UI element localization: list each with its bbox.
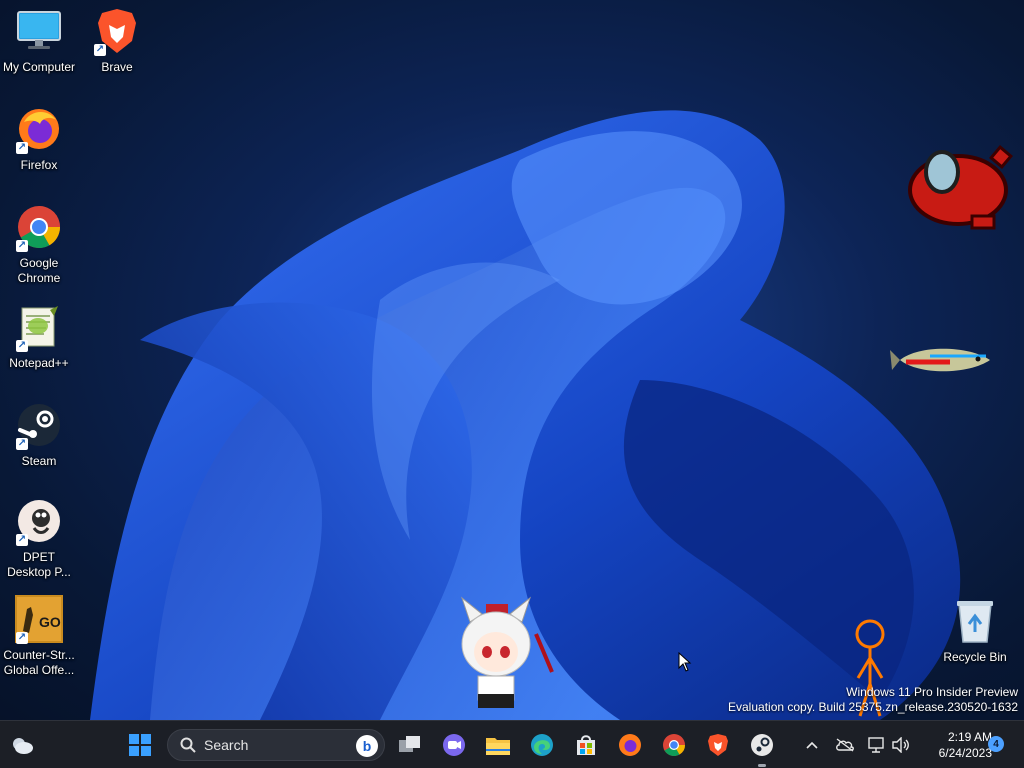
clock-date: 6/24/2023 <box>938 746 992 760</box>
csgo-icon: GO ↗ <box>14 594 64 644</box>
shortcut-arrow-icon: ↗ <box>16 438 28 450</box>
desktop-icon-recycle-bin[interactable]: Recycle Bin <box>936 596 1014 665</box>
system-clock[interactable]: 2:19 AM 6/24/2023 <box>920 729 992 761</box>
desktop-icon-csgo[interactable]: GO ↗ Counter-Str... Global Offe... <box>0 594 78 678</box>
taskbar: Search b 2:19 AM 6/24/2023 4 <box>0 720 1024 768</box>
firefox-icon: ↗ <box>14 104 64 154</box>
network-icon[interactable] <box>865 733 889 757</box>
show-hidden-icons-chevron-icon[interactable] <box>800 733 824 757</box>
start-button[interactable] <box>122 727 158 763</box>
search-placeholder: Search <box>204 737 249 753</box>
neon-tetra-fish-pet[interactable] <box>890 340 996 382</box>
anime-girl-pet[interactable] <box>452 594 556 720</box>
shortcut-arrow-icon: ↗ <box>94 44 106 56</box>
desktop-icon-label: My Computer <box>2 60 76 74</box>
chrome-icon <box>663 734 685 756</box>
steam-taskbar-button[interactable] <box>744 727 780 767</box>
mouse-cursor-icon <box>678 651 692 677</box>
brave-taskbar-button[interactable] <box>700 727 736 763</box>
file-explorer-icon <box>486 738 510 755</box>
desktop-icon-label: Brave <box>101 60 133 74</box>
desktop-icon-dpet[interactable]: ↗ DPET Desktop P... <box>0 496 78 580</box>
widgets-button[interactable] <box>4 727 40 763</box>
start-icon <box>129 734 151 756</box>
shortcut-arrow-icon: ↗ <box>16 632 28 644</box>
chrome-icon: ↗ <box>14 202 64 252</box>
desktop-icon-label: Google Chrome <box>17 256 61 285</box>
desktop-icon-label: Counter-Str... Global Offe... <box>3 648 75 677</box>
firefox-taskbar-button[interactable] <box>612 727 648 763</box>
watermark-line-2: Evaluation copy. Build 25375.zn_release.… <box>728 700 1018 714</box>
search-icon <box>180 737 196 753</box>
taskbar-search-box[interactable]: Search b <box>167 729 385 761</box>
desktop-icon-my-computer[interactable]: My Computer <box>0 6 78 75</box>
watermark-line-1: Windows 11 Pro Insider Preview <box>846 685 1018 699</box>
monitor-icon <box>14 6 64 56</box>
desktop-icon-label: Steam <box>21 454 57 468</box>
clock-time: 2:19 AM <box>947 730 992 744</box>
running-indicator <box>758 764 766 767</box>
notepadpp-icon: ↗ <box>14 302 64 352</box>
shortcut-arrow-icon: ↗ <box>16 240 28 252</box>
shortcut-arrow-icon: ↗ <box>16 534 28 546</box>
dpet-icon: ↗ <box>14 496 64 546</box>
steam-icon <box>751 734 773 756</box>
onedrive-offline-icon[interactable] <box>833 733 857 757</box>
task-view-icon <box>399 736 420 752</box>
notification-count-badge[interactable]: 4 <box>988 736 1004 752</box>
teams-chat-button[interactable] <box>436 727 472 763</box>
weather-cloud-icon <box>13 738 33 754</box>
edge-button[interactable] <box>524 727 560 763</box>
desktop-icon-google-chrome[interactable]: ↗ Google Chrome <box>0 202 78 286</box>
brave-icon <box>708 734 728 756</box>
among-us-crewmate-pet[interactable] <box>902 140 1014 232</box>
bing-chat-icon[interactable]: b <box>356 735 378 757</box>
desktop-icon-label: Recycle Bin <box>943 650 1007 664</box>
desktop-icon-label: Notepad++ <box>9 356 69 370</box>
desktop-icon-label: DPET Desktop P... <box>7 550 71 579</box>
chrome-taskbar-button[interactable] <box>656 727 692 763</box>
desktop-icon-steam[interactable]: ↗ Steam <box>0 400 78 469</box>
desktop-icon-firefox[interactable]: ↗ Firefox <box>0 104 78 173</box>
file-explorer-button[interactable] <box>480 727 516 763</box>
desktop-icon-brave[interactable]: ↗ Brave <box>78 6 156 75</box>
task-view-button[interactable] <box>392 727 428 763</box>
brave-icon: ↗ <box>92 6 142 56</box>
svg-text:GO: GO <box>39 614 61 630</box>
store-icon <box>577 735 595 755</box>
store-button[interactable] <box>568 727 604 763</box>
steam-icon: ↗ <box>14 400 64 450</box>
edge-icon <box>531 734 553 756</box>
firefox-icon <box>619 734 641 756</box>
desktop-icon-notepadpp[interactable]: ↗ Notepad++ <box>0 302 78 371</box>
windows-watermark: Windows 11 Pro Insider Preview Evaluatio… <box>728 685 1018 715</box>
recycle-bin-icon <box>950 596 1000 646</box>
teams-chat-icon <box>443 734 465 756</box>
volume-icon[interactable] <box>889 733 913 757</box>
desktop-icon-label: Firefox <box>20 158 58 172</box>
shortcut-arrow-icon: ↗ <box>16 142 28 154</box>
shortcut-arrow-icon: ↗ <box>16 340 28 352</box>
